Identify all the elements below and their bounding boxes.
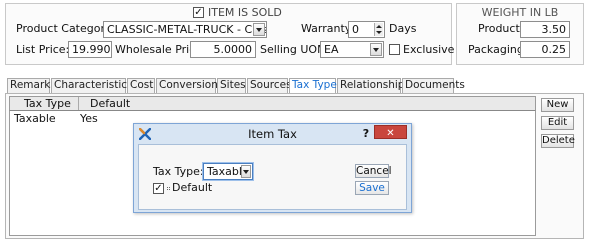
row-tax-type: Taxable: [14, 112, 56, 125]
tax-type-select[interactable]: Taxable: [203, 163, 253, 180]
wholesale-price-field[interactable]: 5.0000: [190, 41, 256, 58]
tab-characteristics[interactable]: Characteristics: [51, 78, 133, 93]
tab-sites[interactable]: Sites: [217, 78, 246, 93]
tab-sources[interactable]: Sources: [247, 78, 292, 93]
weight-title: WEIGHT IN LB: [481, 6, 559, 19]
warranty-label: Warranty:: [301, 22, 355, 35]
close-icon: ✕: [386, 128, 395, 139]
focus-dot-icon: [167, 187, 170, 190]
delete-button[interactable]: Delete: [541, 134, 575, 148]
product-category-label: Product Category:: [16, 22, 115, 35]
warranty-spinner[interactable]: 0: [348, 21, 385, 38]
item-is-sold-checkbox[interactable]: ✓: [193, 7, 204, 18]
product-category-select[interactable]: CLASSIC-METAL-TRUCK - Classic: [103, 21, 267, 38]
save-button[interactable]: Save: [355, 181, 389, 195]
list-price-field[interactable]: 19.9900: [68, 41, 112, 58]
spinner-arrows-icon[interactable]: [374, 23, 383, 36]
warranty-unit-label: Days: [389, 22, 417, 35]
column-header-tax-type[interactable]: Tax Type: [24, 97, 71, 110]
item-is-sold-label: ITEM IS SOLD: [208, 6, 282, 19]
tab-conversions[interactable]: Conversions: [156, 78, 223, 93]
tab-cost[interactable]: Cost: [127, 78, 155, 93]
weight-packaging-label: Packaging:: [468, 43, 528, 56]
selling-uom-select[interactable]: EA: [320, 41, 384, 58]
dialog-body: Tax Type: Taxable ✓ Default Cancel Save: [138, 144, 407, 210]
tax-type-label: Tax Type:: [153, 165, 204, 178]
list-price-label: List Price:: [16, 43, 70, 56]
column-header-default[interactable]: Default: [90, 97, 130, 110]
row-default: Yes: [80, 112, 98, 125]
exclusive-checkbox[interactable]: [389, 44, 400, 55]
tab-documents[interactable]: Documents: [402, 78, 465, 93]
default-label: Default: [172, 181, 213, 194]
warranty-value: 0: [352, 23, 359, 36]
weight-product-label: Product:: [478, 22, 524, 35]
default-checkbox[interactable]: ✓: [153, 183, 164, 194]
product-category-value: CLASSIC-METAL-TRUCK - Classic: [107, 23, 267, 36]
selling-uom-value: EA: [324, 43, 339, 56]
chevron-down-icon[interactable]: [370, 43, 382, 56]
tab-relationships[interactable]: Relationships: [337, 78, 410, 93]
new-button[interactable]: New: [541, 98, 574, 112]
tab-remarks[interactable]: Remarks: [7, 78, 56, 93]
weight-packaging-field[interactable]: 0.25: [520, 41, 570, 58]
grid-header: Tax Type Default: [9, 96, 536, 111]
cancel-button[interactable]: Cancel: [355, 164, 392, 178]
exclusive-label: Exclusive: [403, 43, 455, 56]
item-tax-dialog: Item Tax ? ✕ Tax Type: Taxable ✓ Default…: [133, 123, 412, 213]
column-divider: [78, 97, 79, 110]
help-button[interactable]: ?: [360, 127, 372, 140]
tab-tax-types[interactable]: Tax Types: [289, 78, 342, 94]
edit-button[interactable]: Edit: [541, 116, 574, 130]
weight-product-field[interactable]: 3.50: [520, 21, 570, 38]
chevron-down-icon[interactable]: [241, 165, 251, 178]
close-button[interactable]: ✕: [374, 125, 407, 139]
chevron-down-icon[interactable]: [253, 23, 265, 36]
